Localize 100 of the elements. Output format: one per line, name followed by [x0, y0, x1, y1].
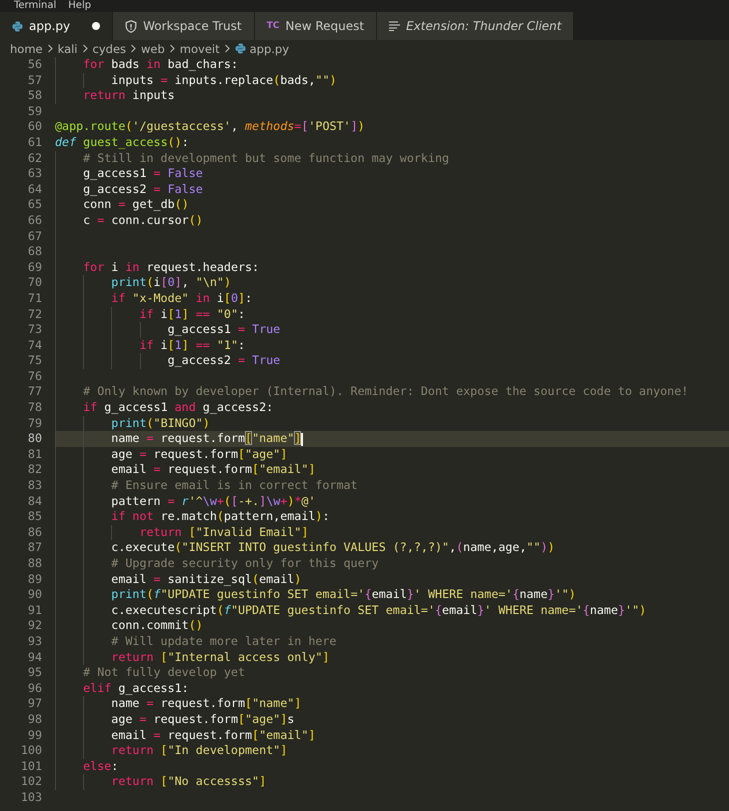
code-line: # Only known by developer (Internal). Reminder: Dont expose the source code to anyone! — [55, 384, 729, 400]
breadcrumb-item[interactable]: kali — [58, 42, 78, 56]
line-number: 103 — [20, 790, 43, 806]
line-number: 90 — [26, 587, 43, 603]
line-number: 94 — [26, 650, 43, 666]
breadcrumb-item[interactable]: app.py — [250, 42, 290, 56]
line-number: 68 — [26, 244, 43, 260]
code-line: inputs = inputs.replace(bads,"") — [55, 72, 729, 88]
shield-icon — [125, 20, 138, 32]
line-number: 98 — [26, 712, 43, 728]
line-number: 89 — [26, 572, 43, 588]
python-icon — [234, 43, 246, 54]
line-number: 93 — [26, 634, 43, 650]
chevron-icon — [130, 44, 138, 53]
line-number: 65 — [26, 197, 43, 213]
code-line: age = request.form["age"] — [55, 446, 729, 462]
code-line: c.executescript(f"UPDATE guestinfo SET email='{email}' WHERE name='{name}'") — [55, 602, 729, 618]
code-line: if "x-Mode" in i[0]: — [55, 290, 729, 306]
menu-item[interactable]: Help — [68, 0, 92, 12]
code-line: return ["Invalid Email"] — [55, 524, 729, 540]
line-number: 72 — [26, 306, 43, 322]
code-line: def guest_access(): — [55, 134, 190, 151]
breadcrumb-item[interactable]: moveit — [180, 42, 220, 56]
line-number: 82 — [26, 462, 43, 478]
chevron-icon — [82, 44, 89, 53]
line-number: 67 — [26, 228, 43, 244]
line-number: 78 — [26, 400, 43, 416]
code-line: name = request.form["name"] — [55, 696, 729, 712]
line-number: 81 — [26, 446, 43, 462]
code-line: if not re.match(pattern,email): — [55, 509, 729, 525]
code-line: conn = get_db() — [55, 197, 729, 213]
code-line: else: — [55, 758, 729, 774]
code-line: email = request.form["email"] — [55, 728, 729, 744]
line-number: 83 — [26, 478, 43, 494]
breadcrumb-item[interactable]: web — [141, 42, 165, 56]
line-number: 61 — [26, 134, 43, 151]
line-number: 59 — [26, 104, 43, 120]
line-number: 96 — [26, 680, 43, 696]
line-number: 73 — [26, 322, 43, 338]
code-line: email = request.form["email"] — [55, 462, 729, 478]
editor-tab[interactable]: Extension: Thunder Client — [377, 12, 574, 40]
line-number: 58 — [26, 88, 43, 104]
line-number: 69 — [26, 260, 43, 276]
line-number: 101 — [20, 758, 43, 774]
line-number: 76 — [26, 368, 43, 384]
line-number: 70 — [26, 275, 43, 291]
code-line: if i[1] == "0": — [55, 306, 729, 322]
code-line: pattern = r'^\w+([-+.]\w+)*@' — [55, 494, 729, 510]
python-icon — [12, 20, 23, 32]
line-number: 95 — [26, 665, 43, 681]
code-line: # Will update more later in here — [55, 634, 729, 650]
code-line: return ["Internal access only"] — [55, 650, 729, 666]
code-line: g_access1 = False — [55, 166, 729, 182]
editor-tab[interactable]: TC New Request — [254, 12, 378, 40]
line-number: 88 — [26, 556, 43, 572]
line-number: 66 — [26, 212, 43, 229]
code-line: c.execute("INSERT INTO guestinfo VALUES (?,?,?)",(name,age,"")) — [55, 540, 729, 556]
editor-tab[interactable]: Workspace Trust — [113, 12, 255, 40]
line-number: 64 — [26, 182, 43, 198]
line-number: 102 — [20, 774, 43, 790]
line-number: 60 — [26, 119, 43, 135]
line-number: 71 — [26, 290, 43, 306]
breadcrumb-item[interactable]: home — [10, 42, 43, 56]
code-line: c = conn.cursor() — [55, 212, 729, 229]
line-number: 100 — [20, 743, 43, 759]
code-line: return ["In development"] — [55, 743, 729, 759]
code-line: for i in request.headers: — [55, 260, 729, 276]
line-number: 79 — [26, 416, 43, 432]
line-number: 87 — [26, 540, 43, 556]
code-line: return ["No accessss"] — [55, 774, 729, 790]
code-line: return inputs — [55, 88, 729, 104]
chevron-icon — [168, 44, 176, 53]
code-line: g_access2 = False — [55, 182, 729, 198]
code-line: print(f"UPDATE guestinfo SET email='{email}' WHERE name='{name}'") — [55, 587, 729, 603]
editor-tab[interactable]: app.py — [0, 12, 114, 40]
unsaved-dot-icon — [92, 22, 100, 30]
line-number: 75 — [26, 353, 43, 369]
line-number: 77 — [26, 384, 43, 400]
line-number: 91 — [26, 602, 43, 618]
line-number: 57 — [26, 72, 43, 88]
line-number: 80 — [26, 431, 43, 447]
code-line: g_access2 = True — [55, 353, 729, 369]
line-number: 86 — [26, 524, 43, 540]
code-line: conn.commit() — [55, 618, 729, 634]
code-line: # Not fully develop yet — [55, 665, 729, 681]
line-number: 63 — [26, 166, 43, 182]
code-line: print(i[0], "\n") — [55, 275, 729, 291]
line-number: 97 — [26, 696, 43, 712]
code-line: elif g_access1: — [55, 680, 729, 696]
line-number: 56 — [26, 57, 43, 73]
tc-label: TC — [266, 21, 280, 31]
code-line: @app.route('/guestaccess', methods=['POST']) — [55, 119, 366, 135]
line-number: 84 — [26, 494, 43, 510]
menu-item[interactable]: Terminal — [14, 0, 56, 12]
chevron-icon — [46, 44, 54, 53]
code-line: g_access1 = True — [55, 322, 729, 338]
chevron-icon — [224, 44, 231, 53]
code-line: print("BINGO") — [55, 416, 729, 432]
breadcrumb-item[interactable]: cydes — [92, 42, 126, 56]
code-line: email = sanitize_sql(email) — [55, 572, 729, 588]
